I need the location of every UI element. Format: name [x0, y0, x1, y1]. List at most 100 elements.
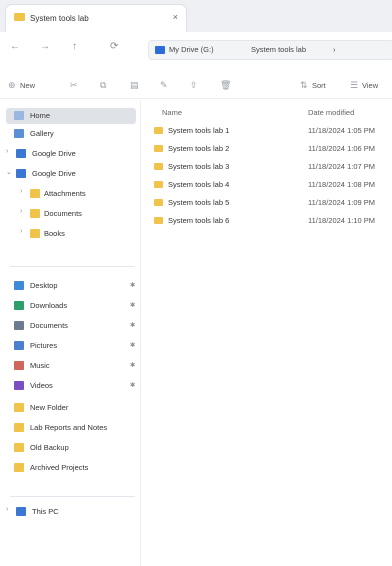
file-name: System tools lab 1: [168, 126, 230, 135]
folder-icon: [154, 127, 163, 134]
sidebar-item-documents[interactable]: Documents ✱: [0, 318, 140, 334]
file-row[interactable]: System tools lab 3 11/18/2024 1:07 PM: [148, 160, 392, 174]
sidebar-item-desktop[interactable]: Desktop ✱: [0, 278, 140, 294]
folder-icon: [14, 463, 24, 472]
breadcrumb-folder[interactable]: System tools lab: [251, 45, 306, 54]
copy-icon[interactable]: ⧉: [100, 80, 106, 91]
sidebar-item-old-backup[interactable]: Old Backup: [0, 440, 140, 456]
pictures-icon: [14, 341, 24, 350]
file-name: System tools lab 6: [168, 216, 230, 225]
sidebar-item-google-drive-2[interactable]: ⌄ Google Drive: [0, 166, 140, 182]
sidebar-item-label: Gallery: [30, 129, 54, 138]
new-icon[interactable]: ⊕: [8, 80, 16, 91]
chevron-right-icon[interactable]: ›: [6, 148, 8, 155]
sidebar-item-label: Documents: [44, 209, 82, 218]
back-button[interactable]: ←: [10, 41, 20, 52]
sidebar-item-new-folder[interactable]: New Folder: [0, 400, 140, 416]
sidebar-item-label: Desktop: [30, 281, 58, 290]
pin-icon[interactable]: ✱: [130, 281, 135, 289]
sidebar-item-videos[interactable]: Videos ✱: [0, 378, 140, 394]
pin-icon[interactable]: ✱: [130, 381, 135, 389]
chevron-right-icon[interactable]: ›: [20, 188, 22, 195]
sidebar-item-archived-projects[interactable]: Archived Projects: [0, 460, 140, 476]
cut-icon[interactable]: ✂: [70, 80, 78, 91]
rename-icon[interactable]: ✎: [160, 80, 168, 91]
sort-button[interactable]: Sort: [312, 81, 326, 90]
file-name: System tools lab 2: [168, 144, 230, 153]
sidebar-item-downloads[interactable]: Downloads ✱: [0, 298, 140, 314]
sidebar-item-this-pc[interactable]: › This PC: [0, 504, 140, 520]
sidebar-item-gallery[interactable]: Gallery: [0, 126, 140, 142]
document-icon: [14, 321, 24, 330]
sidebar-item-label: Downloads: [30, 301, 68, 310]
sidebar-item-label: Home: [30, 111, 51, 120]
desktop-icon: [14, 281, 24, 290]
file-row[interactable]: System tools lab 6 11/18/2024 1:10 PM: [148, 214, 392, 228]
folder-icon: [14, 423, 24, 432]
pc-icon: [16, 507, 26, 516]
paste-icon[interactable]: ▤: [130, 80, 139, 91]
sidebar-item-documents-drive[interactable]: › Documents: [0, 206, 140, 222]
file-row[interactable]: System tools lab 4 11/18/2024 1:08 PM: [148, 178, 392, 192]
close-tab-button[interactable]: ×: [173, 12, 178, 22]
delete-icon[interactable]: 🗑: [220, 80, 231, 91]
sidebar-item-attachments[interactable]: › Attachments: [0, 186, 140, 202]
breadcrumb-drive[interactable]: My Drive (G:): [169, 45, 214, 54]
pin-icon[interactable]: ✱: [130, 301, 135, 309]
gallery-icon: [14, 129, 24, 138]
chevron-down-icon[interactable]: ⌄: [6, 168, 12, 176]
sidebar-divider: [10, 266, 135, 267]
pin-icon[interactable]: ✱: [130, 321, 135, 329]
file-date: 11/18/2024 1:09 PM: [308, 198, 375, 207]
sidebar-item-label: Documents: [30, 321, 68, 330]
videos-icon: [14, 381, 24, 390]
navigation-pane: Home Gallery › Google Drive ⌄ Google Dri…: [0, 100, 140, 566]
file-name: System tools lab 3: [168, 162, 230, 171]
chevron-right-icon[interactable]: ›: [20, 208, 22, 215]
sidebar-item-home[interactable]: Home: [6, 108, 136, 124]
column-header-name[interactable]: Name: [162, 108, 182, 117]
tab-system-tools-lab[interactable]: System tools lab ×: [6, 5, 186, 32]
sidebar-item-lab-reports[interactable]: Lab Reports and Notes: [0, 420, 140, 436]
sidebar-item-label: Pictures: [30, 341, 58, 350]
refresh-button[interactable]: ⟳: [110, 41, 118, 52]
sidebar-item-label: Videos: [30, 381, 53, 390]
folder-icon: [30, 209, 40, 218]
address-bar[interactable]: My Drive (G:) System tools lab ›: [148, 40, 392, 60]
folder-icon: [14, 13, 25, 21]
folder-icon: [154, 145, 163, 152]
sidebar-item-google-drive[interactable]: › Google Drive: [0, 146, 140, 162]
file-name: System tools lab 4: [168, 180, 230, 189]
sidebar-divider: [10, 496, 135, 497]
share-icon[interactable]: ⇪: [190, 80, 198, 91]
sort-icon[interactable]: ⇅: [300, 80, 308, 91]
breadcrumb-chevron[interactable]: ›: [333, 45, 336, 54]
file-row[interactable]: System tools lab 2 11/18/2024 1:06 PM: [148, 142, 392, 156]
sidebar-item-music[interactable]: Music ✱: [0, 358, 140, 374]
new-button[interactable]: New: [20, 81, 35, 90]
chevron-right-icon[interactable]: ›: [20, 228, 22, 235]
download-icon: [14, 301, 24, 310]
column-header-date[interactable]: Date modified: [308, 108, 354, 117]
file-row[interactable]: System tools lab 1 11/18/2024 1:05 PM: [148, 124, 392, 138]
sidebar-item-books[interactable]: › Books: [0, 226, 140, 242]
pane-divider[interactable]: [140, 100, 141, 566]
sidebar-item-label: Music: [30, 361, 50, 370]
cloud-icon: [16, 169, 26, 178]
sidebar-item-label: Lab Reports and Notes: [30, 423, 108, 432]
view-button[interactable]: View: [362, 81, 378, 90]
up-button[interactable]: ↑: [72, 41, 77, 52]
pin-icon[interactable]: ✱: [130, 361, 135, 369]
view-icon[interactable]: ☰: [350, 80, 358, 91]
file-row[interactable]: System tools lab 5 11/18/2024 1:09 PM: [148, 196, 392, 210]
navigation-bar: ← → ↑ ⟳ My Drive (G:) System tools lab ›: [0, 32, 392, 64]
file-date: 11/18/2024 1:08 PM: [308, 180, 375, 189]
sidebar-item-pictures[interactable]: Pictures ✱: [0, 338, 140, 354]
file-name: System tools lab 5: [168, 198, 230, 207]
forward-button[interactable]: →: [40, 41, 50, 52]
chevron-right-icon[interactable]: ›: [6, 506, 8, 513]
file-date: 11/18/2024 1:06 PM: [308, 144, 375, 153]
pin-icon[interactable]: ✱: [130, 341, 135, 349]
folder-icon: [14, 443, 24, 452]
music-icon: [14, 361, 24, 370]
